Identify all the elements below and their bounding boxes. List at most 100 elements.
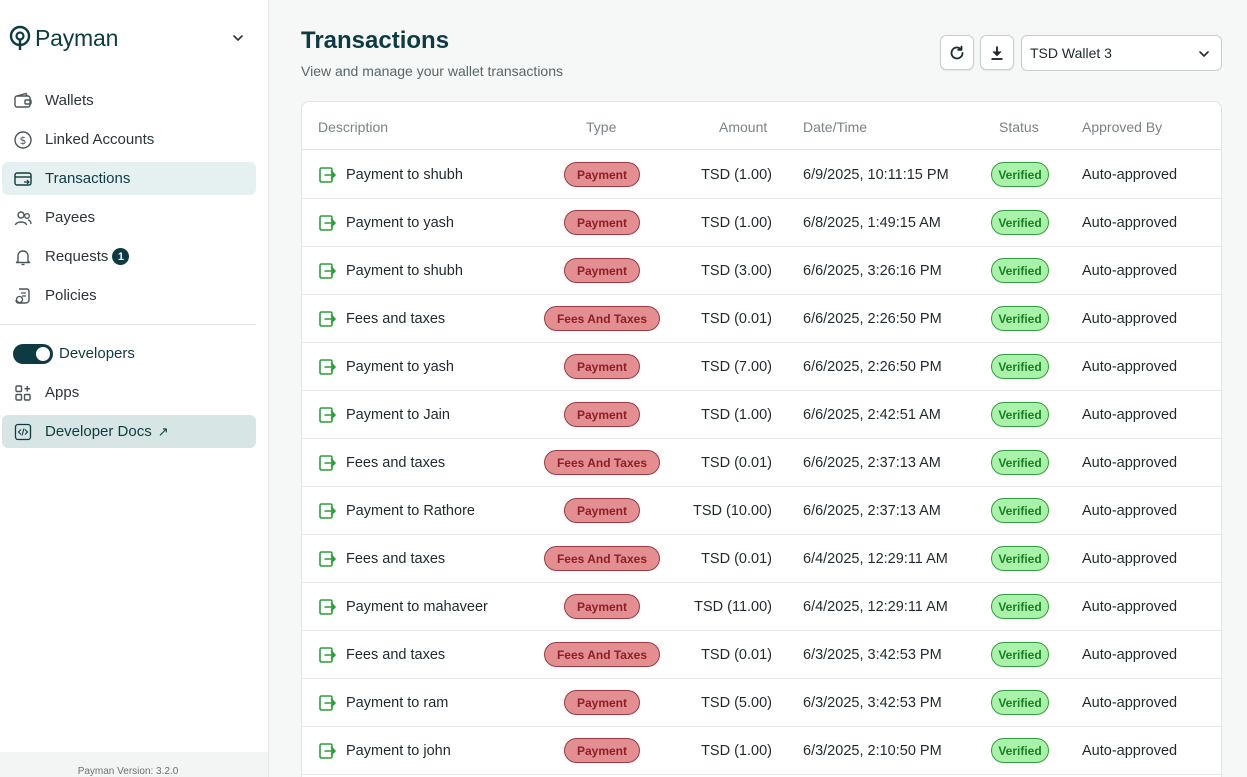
sidebar-item-requests[interactable]: Requests 1 xyxy=(2,240,256,273)
outgoing-transfer-icon xyxy=(319,646,336,663)
table-row[interactable]: Payment to yash Payment TSD (1.00) 6/8/2025… xyxy=(302,199,1221,247)
main-content: Transactions View and manage your wallet… xyxy=(269,0,1247,777)
cell-status: Verified xyxy=(990,439,1050,486)
table-row[interactable]: Payment to Rathore Payment TSD (10.00) 6/6/… xyxy=(302,487,1221,535)
cell-status: Verified xyxy=(990,199,1050,246)
table-row[interactable]: Payment to yash Payment TSD (7.00) 6/6/2025… xyxy=(302,343,1221,391)
sidebar-item-policies[interactable]: Policies xyxy=(2,279,256,312)
cell-status: Verified xyxy=(990,679,1050,726)
table-row[interactable]: Fees and taxes Fees And Taxes TSD (0.01) 6/… xyxy=(302,631,1221,679)
table-row[interactable]: Payment to Jain Payment TSD (1.00) 6/6/2025… xyxy=(302,391,1221,439)
type-badge: Payment xyxy=(563,258,641,283)
cell-status: Verified xyxy=(990,727,1050,774)
outgoing-transfer-icon xyxy=(319,310,336,327)
cell-datetime: 6/6/2025, 2:42:51 AM xyxy=(803,406,941,423)
cell-description: Fees and taxes xyxy=(318,439,445,486)
sidebar-item-wallets[interactable]: Wallets xyxy=(2,84,256,117)
status-badge: Verified xyxy=(991,738,1049,763)
cell-approved-by: Auto-approved xyxy=(1082,406,1178,423)
cell-type: Payment xyxy=(532,583,672,630)
sidebar-item-apps[interactable]: Apps xyxy=(2,376,256,409)
outgoing-transfer-icon xyxy=(319,742,336,759)
requests-count-badge: 1 xyxy=(112,248,130,265)
status-badge: Verified xyxy=(991,498,1049,523)
outgoing-transfer-icon xyxy=(319,214,336,231)
cell-description: Fees and taxes xyxy=(318,295,445,342)
transactions-table: Description Type Amount Date/Time Status… xyxy=(301,101,1222,777)
table-row[interactable]: Payment to mahaveer Payment TSD (11.00) 6/4… xyxy=(302,583,1221,631)
app-version: Payman Version: 3.2.0 xyxy=(77,766,179,777)
cell-approved-by: Auto-approved xyxy=(1082,598,1178,615)
status-badge: Verified xyxy=(991,450,1049,475)
sidebar-item-label: Requests xyxy=(45,248,109,265)
cell-description: Payment to Rathore xyxy=(318,487,475,534)
cell-datetime: 6/9/2025, 10:11:15 PM xyxy=(803,166,949,183)
sidebar-item-label: Developer Docs xyxy=(45,423,152,440)
cell-amount: TSD (1.00) xyxy=(701,166,772,183)
cell-amount: TSD (10.00) xyxy=(693,502,772,519)
column-header-type[interactable]: Type xyxy=(586,119,616,135)
brand[interactable]: Payman xyxy=(9,24,118,52)
cell-type: Payment xyxy=(532,247,672,294)
external-link-icon: ↗ xyxy=(157,423,169,439)
cell-datetime: 6/6/2025, 2:37:13 AM xyxy=(803,502,941,519)
type-badge: Fees And Taxes xyxy=(543,642,661,667)
cell-approved-by: Auto-approved xyxy=(1082,550,1178,567)
status-badge: Verified xyxy=(991,690,1049,715)
column-header-status[interactable]: Status xyxy=(999,119,1039,135)
status-badge: Verified xyxy=(991,546,1049,571)
cell-status: Verified xyxy=(990,535,1050,582)
table-header: Description Type Amount Date/Time Status… xyxy=(302,102,1221,150)
developers-toggle[interactable] xyxy=(13,344,53,364)
column-header-datetime[interactable]: Date/Time xyxy=(803,119,867,135)
description-text: Fees and taxes xyxy=(346,310,446,327)
refresh-button[interactable] xyxy=(940,35,974,70)
cell-status: Verified xyxy=(990,343,1050,390)
download-icon xyxy=(991,46,1003,60)
wallet-select-value: TSD Wallet 3 xyxy=(1030,45,1112,61)
table-row[interactable]: Fees and taxes Fees And Taxes TSD (0.01) 6/… xyxy=(302,439,1221,487)
cell-type: Payment xyxy=(532,151,672,198)
bell-icon xyxy=(13,247,33,267)
column-header-description[interactable]: Description xyxy=(318,119,388,135)
wallet-icon xyxy=(13,91,33,111)
sidebar-item-label: Linked Accounts xyxy=(45,131,155,148)
description-text: Payment to shubh xyxy=(346,262,463,279)
users-icon xyxy=(13,208,33,228)
table-row[interactable]: Payment to ram Payment TSD (5.00) 6/3/2025,… xyxy=(302,679,1221,727)
sidebar-item-linked-accounts[interactable]: $ Linked Accounts xyxy=(2,123,256,156)
cell-approved-by: Auto-approved xyxy=(1082,454,1178,471)
chevron-down-icon[interactable] xyxy=(231,31,245,45)
column-header-amount[interactable]: Amount xyxy=(719,119,767,135)
sidebar-item-payees[interactable]: Payees xyxy=(2,201,256,234)
table-row[interactable]: Fees and taxes Fees And Taxes TSD (0.01) 6/… xyxy=(302,535,1221,583)
cell-type: Fees And Taxes xyxy=(532,535,672,582)
cell-approved-by: Auto-approved xyxy=(1082,310,1178,327)
sidebar-item-developer-docs[interactable]: Developer Docs ↗ xyxy=(2,415,256,448)
cell-datetime: 6/6/2025, 2:26:50 PM xyxy=(803,310,942,327)
wallet-select[interactable]: TSD Wallet 3 xyxy=(1021,35,1222,71)
type-badge: Payment xyxy=(563,402,641,427)
card-transfer-icon xyxy=(13,169,33,189)
type-badge: Payment xyxy=(563,210,641,235)
outgoing-transfer-icon xyxy=(319,262,336,279)
cell-approved-by: Auto-approved xyxy=(1082,694,1178,711)
sidebar-item-transactions[interactable]: Transactions xyxy=(2,162,256,195)
table-row[interactable]: Payment to john Payment TSD (1.00) 6/3/2025… xyxy=(302,727,1221,775)
sidebar-item-label: Transactions xyxy=(45,170,131,187)
description-text: Fees and taxes xyxy=(346,550,446,567)
cell-datetime: 6/6/2025, 2:37:13 AM xyxy=(803,454,941,471)
table-row[interactable]: Payment to shubh Payment TSD (3.00) 6/6/202… xyxy=(302,247,1221,295)
description-text: Payment to ram xyxy=(346,694,449,711)
column-header-approved-by[interactable]: Approved By xyxy=(1082,119,1162,135)
code-icon xyxy=(13,422,33,442)
table-row[interactable]: Payment to shubh Payment TSD (1.00) 6/9/202… xyxy=(302,151,1221,199)
svg-text:$: $ xyxy=(20,134,27,147)
cell-description: Payment to Jain xyxy=(318,391,450,438)
type-badge: Payment xyxy=(563,162,641,187)
payman-logo-icon xyxy=(9,25,31,50)
cell-amount: TSD (0.01) xyxy=(701,646,772,663)
status-badge: Verified xyxy=(991,258,1049,283)
download-button[interactable] xyxy=(980,35,1014,70)
table-row[interactable]: Fees and taxes Fees And Taxes TSD (0.01) 6/… xyxy=(302,295,1221,343)
